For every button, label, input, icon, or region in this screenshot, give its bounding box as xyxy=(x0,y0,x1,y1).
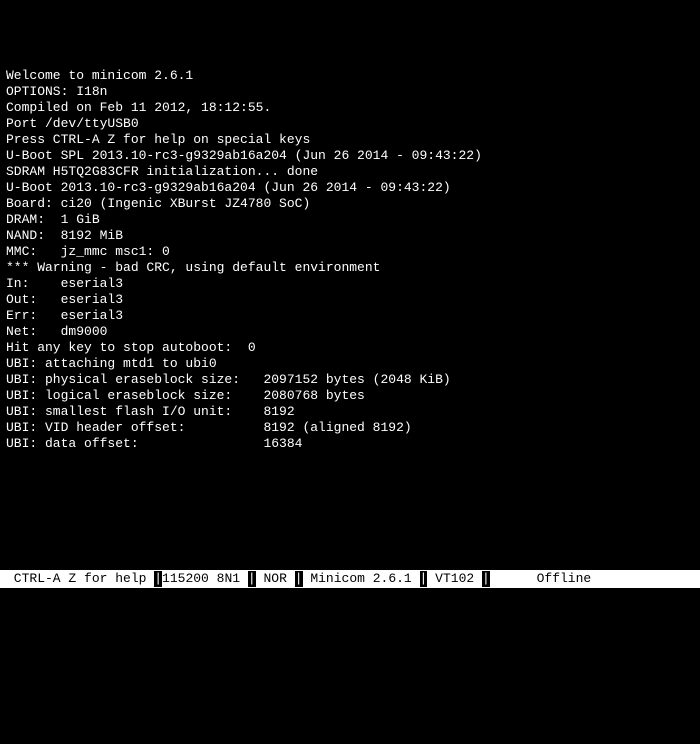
terminal-line: UBI: data offset: 16384 xyxy=(6,436,694,452)
terminal-line: UBI: physical eraseblock size: 2097152 b… xyxy=(6,372,694,388)
terminal-line: DRAM: 1 GiB xyxy=(6,212,694,228)
status-help: CTRL-A Z for help xyxy=(6,571,154,587)
terminal-line: OPTIONS: I18n xyxy=(6,84,694,100)
terminal-line: Out: eserial3 xyxy=(6,292,694,308)
terminal-line: *** Warning - bad CRC, using default env… xyxy=(6,260,694,276)
terminal-line: UBI: attaching mtd1 to ubi0 xyxy=(6,356,694,372)
terminal-line: U-Boot 2013.10-rc3-g9329ab16a204 (Jun 26… xyxy=(6,180,694,196)
terminal-line: Board: ci20 (Ingenic XBurst JZ4780 SoC) xyxy=(6,196,694,212)
status-baud: 115200 8N1 xyxy=(162,571,248,587)
terminal-line: In: eserial3 xyxy=(6,276,694,292)
status-app: Minicom 2.6.1 xyxy=(303,571,420,587)
terminal-line: Err: eserial3 xyxy=(6,308,694,324)
status-spacer xyxy=(490,571,529,587)
status-connection: Offline xyxy=(529,571,591,587)
terminal-line: NAND: 8192 MiB xyxy=(6,228,694,244)
terminal-line: MMC: jz_mmc msc1: 0 xyxy=(6,244,694,260)
terminal-line: UBI: VID header offset: 8192 (aligned 81… xyxy=(6,420,694,436)
terminal-line: Welcome to minicom 2.6.1 xyxy=(6,68,694,84)
terminal-output[interactable]: Welcome to minicom 2.6.1OPTIONS: I18nCom… xyxy=(0,64,700,632)
terminal-line: Compiled on Feb 11 2012, 18:12:55. xyxy=(6,100,694,116)
terminal-line: UBI: logical eraseblock size: 2080768 by… xyxy=(6,388,694,404)
terminal-line: U-Boot SPL 2013.10-rc3-g9329ab16a204 (Ju… xyxy=(6,148,694,164)
status-bar: CTRL-A Z for help |115200 8N1 | NOR | Mi… xyxy=(0,570,700,588)
status-flow: NOR xyxy=(256,571,295,587)
terminal-line: Net: dm9000 xyxy=(6,324,694,340)
terminal-line: Hit any key to stop autoboot: 0 xyxy=(6,340,694,356)
terminal-line: Press CTRL-A Z for help on special keys xyxy=(6,132,694,148)
status-term: VT102 xyxy=(427,571,482,587)
terminal-line: SDRAM H5TQ2G83CFR initialization... done xyxy=(6,164,694,180)
terminal-line: Port /dev/ttyUSB0 xyxy=(6,116,694,132)
terminal-line: UBI: smallest flash I/O unit: 8192 xyxy=(6,404,694,420)
